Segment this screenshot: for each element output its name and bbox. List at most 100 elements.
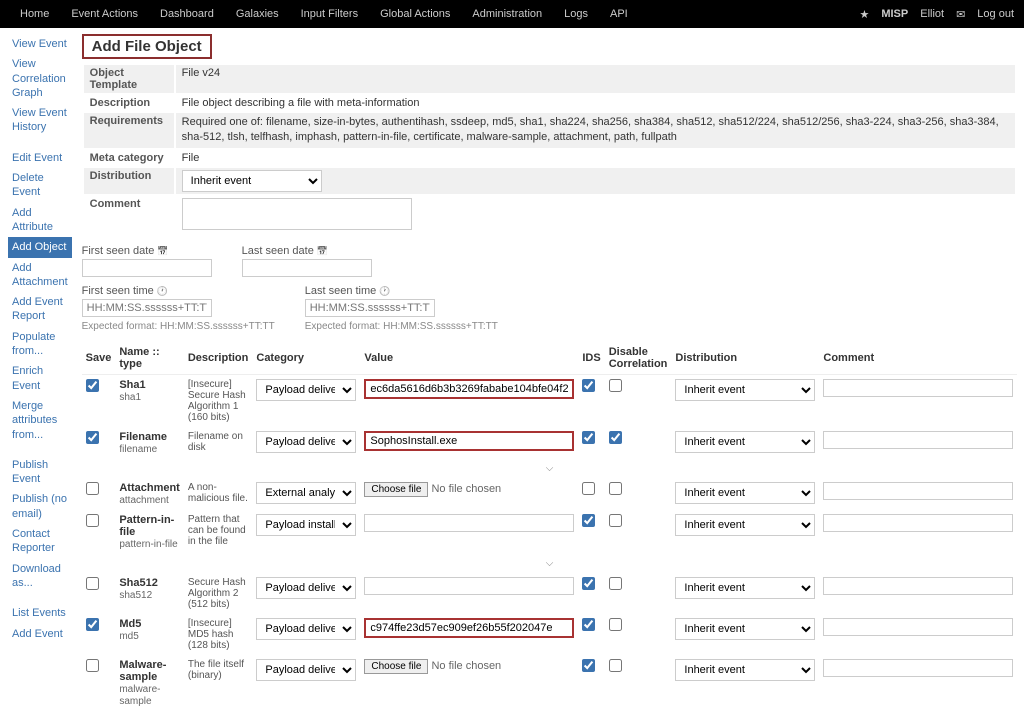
- meta-value: File: [176, 150, 1016, 166]
- nav-link[interactable]: Logs: [554, 2, 598, 26]
- disable-corr-checkbox[interactable]: [609, 514, 622, 527]
- dist-select[interactable]: Inherit event: [675, 379, 815, 401]
- value-input[interactable]: [364, 431, 574, 451]
- sidebar-item[interactable]: Delete Event: [8, 168, 72, 203]
- ids-checkbox[interactable]: [582, 431, 595, 444]
- disable-corr-checkbox[interactable]: [609, 431, 622, 444]
- disable-corr-checkbox[interactable]: [609, 482, 622, 495]
- envelope-icon[interactable]: [956, 8, 965, 21]
- row-comment-input[interactable]: [823, 431, 1013, 449]
- choose-file-button[interactable]: Choose file: [364, 482, 428, 497]
- expand-row[interactable]: ⌵: [82, 459, 1018, 478]
- sidebar-item[interactable]: Add Event: [8, 624, 72, 644]
- sidebar-item[interactable]: Merge attributes from...: [8, 396, 72, 445]
- nav-link[interactable]: Input Filters: [291, 2, 368, 26]
- ids-checkbox[interactable]: [582, 379, 595, 392]
- last-seen-time-label: Last seen time: [305, 285, 498, 297]
- save-checkbox[interactable]: [86, 659, 99, 672]
- expand-row[interactable]: ⌵: [82, 554, 1018, 573]
- nav-link[interactable]: Home: [10, 2, 59, 26]
- sidebar-item[interactable]: Contact Reporter: [8, 524, 72, 559]
- sidebar-item[interactable]: View Event History: [8, 103, 72, 138]
- last-seen-date-input[interactable]: [242, 259, 372, 277]
- sidebar-item[interactable]: Enrich Event: [8, 361, 72, 396]
- dist-select[interactable]: Inherit event: [675, 577, 815, 599]
- sidebar-item[interactable]: List Events: [8, 603, 72, 623]
- nav-right: MISP Elliot Log out: [859, 8, 1014, 21]
- disable-corr-checkbox[interactable]: [609, 379, 622, 392]
- sidebar-item[interactable]: Add Attachment: [8, 258, 72, 293]
- attribute-table: Save Name :: type Description Category V…: [82, 342, 1018, 711]
- dist-select[interactable]: Inherit event: [675, 659, 815, 681]
- ids-checkbox[interactable]: [582, 482, 595, 495]
- disable-corr-checkbox[interactable]: [609, 577, 622, 590]
- save-checkbox[interactable]: [86, 431, 99, 444]
- attr-name: Filename: [119, 431, 167, 443]
- first-seen-date-input[interactable]: [82, 259, 212, 277]
- logout-link[interactable]: Log out: [977, 8, 1014, 20]
- dist-select[interactable]: Inherit event: [675, 431, 815, 453]
- category-select[interactable]: External analysis: [256, 482, 356, 504]
- value-input[interactable]: [364, 618, 574, 638]
- save-checkbox[interactable]: [86, 379, 99, 392]
- nav-link[interactable]: Event Actions: [61, 2, 148, 26]
- table-row: Sha1sha1[Insecure] Secure Hash Algorithm…: [82, 374, 1018, 427]
- category-select[interactable]: Payload delivery: [256, 618, 356, 640]
- row-comment-input[interactable]: [823, 618, 1013, 636]
- nav-link[interactable]: Dashboard: [150, 2, 224, 26]
- dist-select[interactable]: Inherit event: [675, 618, 815, 640]
- category-select[interactable]: Payload delivery: [256, 431, 356, 453]
- sidebar-item[interactable]: Publish (no email): [8, 489, 72, 524]
- disable-corr-checkbox[interactable]: [609, 659, 622, 672]
- row-comment-input[interactable]: [823, 482, 1013, 500]
- sidebar-item[interactable]: Edit Event: [8, 148, 72, 168]
- row-comment-input[interactable]: [823, 659, 1013, 677]
- dist-select[interactable]: Inherit event: [675, 514, 815, 536]
- sidebar-item[interactable]: View Correlation Graph: [8, 54, 72, 103]
- sidebar-item[interactable]: Download as...: [8, 559, 72, 594]
- nav-link[interactable]: Global Actions: [370, 2, 460, 26]
- nav-link[interactable]: Administration: [462, 2, 552, 26]
- category-select[interactable]: Payload delivery: [256, 577, 356, 599]
- save-checkbox[interactable]: [86, 482, 99, 495]
- save-checkbox[interactable]: [86, 577, 99, 590]
- nav-link[interactable]: API: [600, 2, 638, 26]
- disable-corr-checkbox[interactable]: [609, 618, 622, 631]
- page-title-box: Add File Object: [82, 34, 212, 59]
- last-seen-time-input[interactable]: [305, 299, 435, 317]
- save-checkbox[interactable]: [86, 618, 99, 631]
- sidebar-item[interactable]: Add Event Report: [8, 292, 72, 327]
- row-comment-input[interactable]: [823, 379, 1013, 397]
- value-input[interactable]: [364, 514, 574, 532]
- sidebar-item[interactable]: Add Attribute: [8, 203, 72, 238]
- category-select[interactable]: Payload delivery: [256, 659, 356, 681]
- first-seen-time-input[interactable]: [82, 299, 212, 317]
- ids-checkbox[interactable]: [582, 618, 595, 631]
- save-checkbox[interactable]: [86, 514, 99, 527]
- choose-file-button[interactable]: Choose file: [364, 659, 428, 674]
- dist-select[interactable]: Inherit event: [675, 482, 815, 504]
- ids-checkbox[interactable]: [582, 659, 595, 672]
- sidebar-item[interactable]: Add Object: [8, 237, 72, 257]
- user-link[interactable]: Elliot: [920, 8, 944, 20]
- sidebar-item[interactable]: Populate from...: [8, 327, 72, 362]
- sidebar-item[interactable]: View Event: [8, 34, 72, 54]
- value-input[interactable]: [364, 577, 574, 595]
- col-comment: Comment: [819, 342, 1017, 375]
- ids-checkbox[interactable]: [582, 514, 595, 527]
- distribution-select[interactable]: Inherit event: [182, 170, 322, 192]
- misp-link[interactable]: MISP: [881, 8, 908, 20]
- sidebar-item[interactable]: Publish Event: [8, 455, 72, 490]
- category-select[interactable]: Payload delivery: [256, 379, 356, 401]
- ids-checkbox[interactable]: [582, 577, 595, 590]
- nav-link[interactable]: Galaxies: [226, 2, 289, 26]
- col-desc: Description: [184, 342, 253, 375]
- comment-textarea[interactable]: [182, 198, 412, 230]
- table-row: AttachmentattachmentA non-malicious file…: [82, 478, 1018, 510]
- first-seen-date-label: First seen date: [82, 245, 212, 257]
- star-icon[interactable]: [859, 8, 869, 21]
- row-comment-input[interactable]: [823, 577, 1013, 595]
- category-select[interactable]: Payload installation: [256, 514, 356, 536]
- value-input[interactable]: [364, 379, 574, 399]
- row-comment-input[interactable]: [823, 514, 1013, 532]
